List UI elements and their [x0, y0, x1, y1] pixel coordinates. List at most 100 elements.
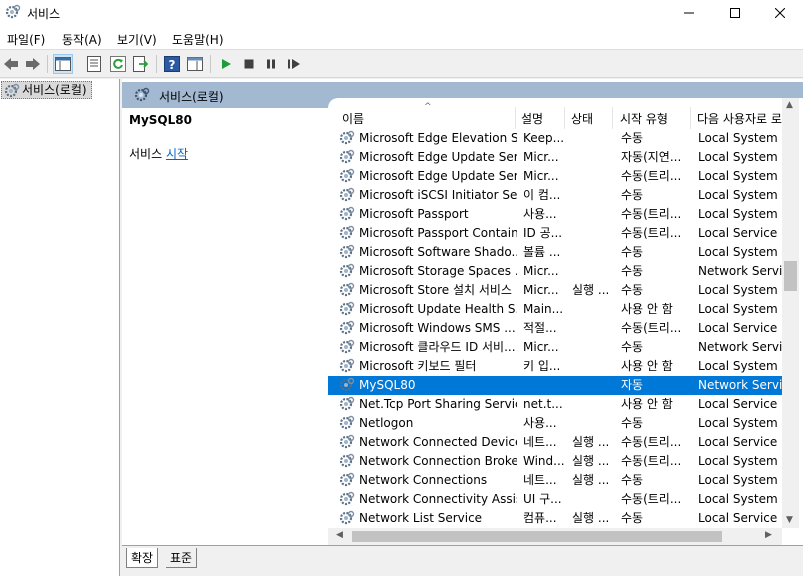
cell-startup-type: 수동 [621, 473, 644, 487]
cell-name: Microsoft Edge Elevation S... [359, 131, 517, 145]
tree-item-label: 서비스(로컬) [22, 83, 87, 97]
tab-standard[interactable]: 표준 [166, 548, 198, 568]
cell-description: 이 컴... [523, 188, 561, 202]
column-divider[interactable] [564, 107, 565, 129]
console-tree-icon[interactable] [53, 54, 73, 74]
table-row[interactable]: Microsoft Windows SMS ... 적절... 수동(트리... Lo… [328, 319, 790, 338]
minimize-button[interactable] [666, 0, 712, 26]
column-header-logon-as[interactable]: 다음 사용자로 로 [697, 110, 782, 127]
cell-name: Microsoft iSCSI Initiator Se... [359, 188, 517, 202]
cell-logon-as: Local System [698, 150, 778, 164]
table-row[interactable]: Microsoft iSCSI Initiator Se... 이 컴... 수동 L… [328, 186, 790, 205]
service-description-panel: MySQL80 서비스 시작 [122, 108, 326, 548]
table-row[interactable]: Network Connected Device... 네트... 실행 ... 수동… [328, 433, 790, 452]
table-row[interactable]: Microsoft Update Health S... Main... 사용 안 … [328, 300, 790, 319]
table-row[interactable]: Netlogon 사용... 수동 Local System [328, 414, 790, 433]
column-divider[interactable] [690, 107, 691, 129]
column-divider[interactable] [612, 107, 613, 129]
cell-description: Wind... [523, 454, 565, 468]
start-service-link[interactable]: 시작 [166, 147, 188, 161]
menu-view[interactable]: 보기(V) [117, 31, 157, 48]
cell-startup-type: 수동(트리... [621, 169, 682, 183]
service-gear-icon [339, 130, 355, 149]
console-tree: 서비스(로컬) [0, 79, 120, 576]
toolbar-separator [47, 55, 48, 73]
table-row[interactable]: MySQL80 자동 Network Service [328, 376, 790, 395]
column-header-startup-type[interactable]: 시작 유형 [620, 110, 668, 127]
cell-description: 적절... [523, 321, 557, 335]
properties-list-icon[interactable] [84, 54, 104, 74]
table-row[interactable]: Network Connection Broker Wind... 실행 ... 수동… [328, 452, 790, 471]
vertical-scroll-thumb[interactable] [784, 261, 797, 291]
cell-startup-type: 수동 [621, 283, 644, 297]
table-row[interactable]: Microsoft Edge Update Ser... Micr... 자동(지연… [328, 148, 790, 167]
table-row[interactable]: Network Connections 네트... 실행 ... 수동 Local Sy… [328, 471, 790, 490]
table-row[interactable]: Network Connectivity Assis... UI 구... 수동(트… [328, 490, 790, 509]
cell-logon-as: Local Service [698, 397, 778, 411]
cell-logon-as: Local Service [698, 226, 778, 240]
cell-name: Microsoft Software Shado... [359, 245, 517, 259]
close-button[interactable] [757, 0, 803, 26]
menu-help[interactable]: 도움말(H) [172, 31, 224, 48]
scroll-down-arrow-icon[interactable]: ▼ [786, 515, 793, 525]
show-pane-icon[interactable] [185, 54, 205, 74]
table-row[interactable]: Net.Tcp Port Sharing Service net.t... 사용 안… [328, 395, 790, 414]
toolbar: ? [0, 50, 803, 78]
column-header-status[interactable]: 상태 [571, 110, 593, 127]
table-row[interactable]: Microsoft Storage Spaces ... Micr... 수동 Net… [328, 262, 790, 281]
scroll-right-arrow-icon[interactable]: ▶ [765, 530, 772, 540]
scroll-left-arrow-icon[interactable]: ◀ [336, 530, 343, 540]
cell-description: Micr... [523, 264, 559, 278]
cell-status: 실행 ... [572, 511, 610, 525]
cell-startup-type: 수동(트리... [621, 226, 682, 240]
resume-service-icon[interactable] [284, 54, 304, 74]
pause-service-icon[interactable] [261, 54, 281, 74]
cell-name: MySQL80 [359, 378, 416, 392]
table-row[interactable]: Microsoft Store 설치 서비스 Micr... 실행 ... 수동 Loc… [328, 281, 790, 300]
menu-action[interactable]: 동작(A) [62, 31, 102, 48]
horizontal-scrollbar[interactable]: ◀ ▶ [328, 528, 782, 545]
column-header-name[interactable]: 이름 [342, 110, 364, 127]
vertical-scrollbar[interactable]: ▲ ▼ [782, 98, 799, 528]
menu-file[interactable]: 파일(F) [7, 31, 45, 48]
table-row[interactable]: Microsoft Passport Container ID 공... 수동(트리… [328, 224, 790, 243]
cell-name: Microsoft Passport Container [359, 226, 517, 240]
table-row[interactable]: Microsoft Software Shado... 볼륨 ... 수동 Local… [328, 243, 790, 262]
cell-description: 네트... [523, 473, 557, 487]
cell-description: ID 공... [523, 226, 563, 240]
table-row[interactable]: Network List Service 컴퓨... 실행 ... 수동 Local S… [328, 509, 790, 528]
sort-ascending-icon: ^ [424, 102, 432, 112]
cell-name: Network Connection Broker [359, 454, 517, 468]
service-gear-icon [339, 491, 355, 510]
cell-startup-type: 수동 [621, 511, 644, 525]
horizontal-scroll-thumb[interactable] [352, 531, 722, 542]
cell-description: 키 입... [523, 359, 561, 373]
cell-logon-as: Local Service [698, 511, 778, 525]
cell-name: Netlogon [359, 416, 414, 430]
cell-startup-type: 수동(트리... [621, 207, 682, 221]
stop-service-icon[interactable] [239, 54, 259, 74]
table-row[interactable]: Microsoft Edge Elevation S... Keep... 수동 Lo… [328, 129, 790, 148]
tab-extended[interactable]: 확장 [126, 548, 159, 568]
cell-name: Microsoft 키보드 필터 [359, 359, 477, 373]
maximize-button[interactable] [712, 0, 758, 26]
start-service-icon[interactable] [216, 54, 236, 74]
forward-arrow-icon[interactable] [23, 54, 43, 74]
service-action-line: 서비스 시작 [129, 145, 188, 162]
cell-name: Microsoft Edge Update Ser... [359, 169, 517, 183]
column-header-description[interactable]: 설명 [521, 110, 543, 127]
tree-item-services-local[interactable]: 서비스(로컬) [1, 81, 92, 99]
export-list-icon[interactable] [131, 54, 151, 74]
column-divider[interactable] [515, 107, 516, 129]
scroll-up-arrow-icon[interactable]: ▲ [786, 100, 793, 110]
refresh-icon[interactable] [108, 54, 128, 74]
help-icon[interactable]: ? [162, 54, 182, 74]
svg-text:?: ? [169, 58, 176, 72]
table-row[interactable]: Microsoft 클라우드 ID 서비... Micr... 수동 Network … [328, 338, 790, 357]
cell-logon-as: Local System [698, 283, 778, 297]
table-row[interactable]: Microsoft Passport 사용... 수동(트리... Local Sys… [328, 205, 790, 224]
cell-startup-type: 수동 [621, 416, 644, 430]
table-row[interactable]: Microsoft 키보드 필터 키 입... 사용 안 함 Local System [328, 357, 790, 376]
table-row[interactable]: Microsoft Edge Update Ser... Micr... 수동(트리… [328, 167, 790, 186]
back-arrow-icon[interactable] [1, 54, 21, 74]
